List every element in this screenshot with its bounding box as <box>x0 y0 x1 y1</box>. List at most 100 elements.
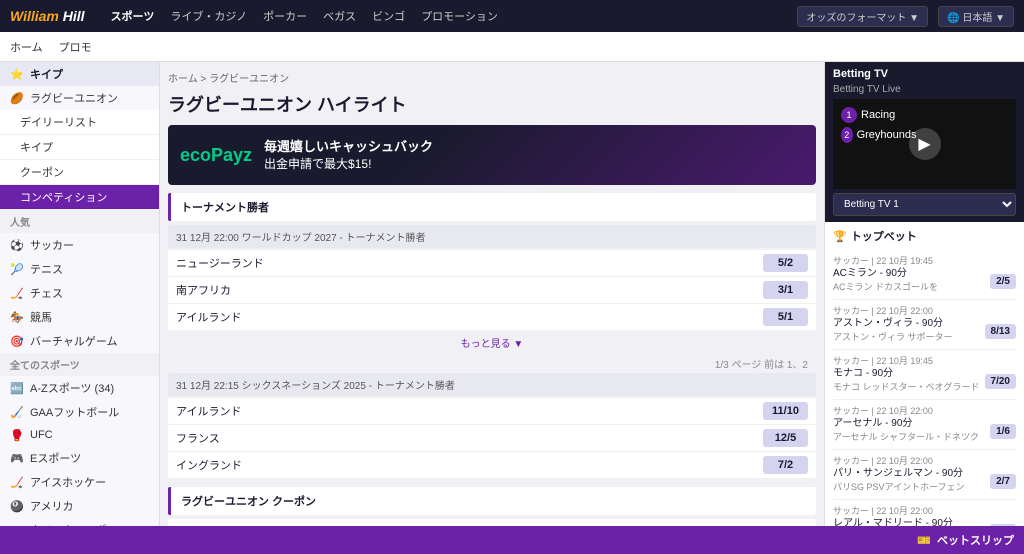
america-icon: 🎱 <box>10 499 24 513</box>
bet-time: サッカー | 22 10月 22:00 <box>833 404 1016 417</box>
sidebar-item-chess[interactable]: 🏒 チェス <box>0 281 159 305</box>
rugby-icon: 🏉 <box>10 91 24 105</box>
trophy-icon: 🏆 <box>833 230 847 243</box>
sidebar: ⭐ キイプ 🏉 ラグビーユニオン デイリーリスト キイプ クーポン コンペティシ… <box>0 62 160 554</box>
betting-tv-title: Betting TV <box>833 68 1016 80</box>
bottom-bar: 🎫 ベットスリップ <box>0 526 1024 554</box>
nav-poker[interactable]: ポーカー <box>263 8 307 24</box>
sidebar-item-gaa[interactable]: 🏑 GAAフットボール <box>0 400 159 424</box>
nav-vegas[interactable]: ベガス <box>323 8 356 24</box>
tv-select[interactable]: Betting TV 1 <box>833 193 1016 216</box>
bet-teams-text: アーセナル - 90分 <box>833 417 979 430</box>
tv-num-2: 2 <box>841 127 853 143</box>
bet-time: サッカー | 22 10月 22:00 <box>833 504 1016 517</box>
gaa-icon: 🏑 <box>10 405 24 419</box>
sidebar-item-ufc[interactable]: 🥊 UFC <box>0 424 159 446</box>
bet-teams: ACミラン - 90分 ACミラン ドカスゴールを <box>833 267 938 295</box>
sidebar-item-horse[interactable]: 🏇 競馬 <box>0 305 159 329</box>
sidebar-item-america[interactable]: 🎱 アメリカ <box>0 494 159 518</box>
virtual-icon: 🎯 <box>10 334 24 348</box>
match-row: アイルランド 11/10 <box>168 398 816 425</box>
match-row: フランス 12/5 <box>168 425 816 452</box>
sidebar-item-competition[interactable]: コンペティション <box>0 185 159 210</box>
bet-odds[interactable]: 2/7 <box>990 474 1016 489</box>
bet-odds[interactable]: 2/5 <box>990 274 1016 289</box>
main-content: ホーム > ラグビーユニオン ラグビーユニオン ハイライト ecoPayz 毎週… <box>160 62 824 554</box>
bet-item: サッカー | 22 10月 22:00 パリ・サンジェルマン - 90分 パリS… <box>833 450 1016 500</box>
sidebar-item-coupon[interactable]: クーポン <box>0 160 159 185</box>
bet-odds[interactable]: 7/20 <box>985 374 1016 389</box>
star-icon: ⭐ <box>10 67 24 81</box>
tv-overlay: 1 Racing 2 Greyhounds <box>833 99 925 189</box>
sidebar-item-kipe[interactable]: ⭐ キイプ <box>0 62 159 86</box>
sidebar-item-icehockey[interactable]: 🏒 アイスホッケー <box>0 470 159 494</box>
sidebar-ufc-label: UFC <box>30 429 53 441</box>
sidebar-chess-label: チェス <box>30 285 63 301</box>
bet-odds[interactable]: 8/13 <box>985 324 1016 339</box>
bet-teams: パリ・サンジェルマン - 90分 パリSG PSVアイントホーフェン <box>833 467 965 495</box>
nav-sports[interactable]: スポーツ <box>111 8 155 24</box>
bet-row: アーセナル - 90分 アーセナル シャフタール・ドネツク 1/6 <box>833 417 1016 445</box>
bet-detail: ACミラン ドカスゴールを <box>833 280 938 293</box>
bet-time: サッカー | 22 10月 19:45 <box>833 354 1016 367</box>
chess-icon: 🏒 <box>10 286 24 300</box>
match-odds[interactable]: 5/1 <box>763 308 808 326</box>
second-nav-promo[interactable]: プロモ <box>59 39 92 55</box>
icehockey-icon: 🏒 <box>10 475 24 489</box>
right-panel: Betting TV Betting TV Live 1 Racing 2 Gr… <box>824 62 1024 554</box>
bet-teams-text: モナコ - 90分 <box>833 367 979 380</box>
nav-bingo[interactable]: ビンゴ <box>372 8 405 24</box>
sidebar-item-az[interactable]: 🔤 A-Zスポーツ (34) <box>0 376 159 400</box>
logo-william: William <box>10 8 59 24</box>
match-odds[interactable]: 3/1 <box>763 281 808 299</box>
top-navigation: William Hill スポーツ ライブ・カジノ ポーカー ベガス ビンゴ プ… <box>0 0 1024 32</box>
sidebar-item-soccer[interactable]: ⚽ サッカー <box>0 233 159 257</box>
sidebar-gaa-label: GAAフットボール <box>30 404 119 420</box>
bet-teams-text: ACミラン - 90分 <box>833 267 938 280</box>
match-row: アイルランド 5/1 <box>168 304 816 331</box>
match-team: イングランド <box>176 457 763 473</box>
language-button[interactable]: 🌐 日本語 ▼ <box>938 6 1014 27</box>
banner-text: 毎週嬉しいキャッシュバック 出金申請で最大$15! <box>264 138 433 173</box>
sidebar-item-esports[interactable]: 🎮 Eスポーツ <box>0 446 159 470</box>
bet-teams: アストン・ヴィラ - 90分 アストン・ヴィラ サポーター <box>833 317 953 345</box>
tv-racing-label: Racing <box>861 109 895 121</box>
bet-odds[interactable]: 1/6 <box>990 424 1016 439</box>
sidebar-item-tennis[interactable]: 🎾 テニス <box>0 257 159 281</box>
match-row: イングランド 7/2 <box>168 452 816 479</box>
bet-item: サッカー | 22 10月 22:00 アーセナル - 90分 アーセナル シャ… <box>833 400 1016 450</box>
nav-promotions[interactable]: プロモーション <box>421 8 498 24</box>
match-row: ニュージーランド 5/2 <box>168 250 816 277</box>
sidebar-horse-label: 競馬 <box>30 309 52 325</box>
bet-teams-text: アストン・ヴィラ - 90分 <box>833 317 953 330</box>
bet-time: サッカー | 22 10月 19:45 <box>833 254 1016 267</box>
match-odds[interactable]: 7/2 <box>763 456 808 474</box>
match-team: フランス <box>176 430 763 446</box>
betslip-button[interactable]: 🎫 ベットスリップ <box>917 532 1014 548</box>
second-nav-home[interactable]: ホーム <box>10 39 43 55</box>
sidebar-tennis-label: テニス <box>30 261 63 277</box>
nav-live-casino[interactable]: ライブ・カジノ <box>170 8 247 24</box>
match-odds[interactable]: 12/5 <box>763 429 808 447</box>
site-logo: William Hill <box>10 8 85 24</box>
bet-row: アストン・ヴィラ - 90分 アストン・ヴィラ サポーター 8/13 <box>833 317 1016 345</box>
top-nav-right: オッズのフォーマット ▼ 🌐 日本語 ▼ <box>797 6 1014 27</box>
odds-format-button[interactable]: オッズのフォーマット ▼ <box>797 6 928 27</box>
bet-detail: パリSG PSVアイントホーフェン <box>833 480 965 493</box>
sidebar-item-virtual[interactable]: 🎯 バーチャルゲーム <box>0 329 159 353</box>
sidebar-item-daily[interactable]: デイリーリスト <box>0 110 159 135</box>
sidebar-keep-label: キイプ <box>20 139 53 155</box>
top-bets-label: トップベット <box>851 228 917 244</box>
match-odds[interactable]: 5/2 <box>763 254 808 272</box>
sidebar-item-keep[interactable]: キイプ <box>0 135 159 160</box>
banner-main-text: 毎週嬉しいキャッシュバック <box>264 138 433 156</box>
match-odds[interactable]: 11/10 <box>763 402 808 420</box>
bet-row: ACミラン - 90分 ACミラン ドカスゴールを 2/5 <box>833 267 1016 295</box>
sidebar-section-all-sports: 全てのスポーツ <box>0 353 159 376</box>
sidebar-item-rugby[interactable]: 🏉 ラグビーユニオン <box>0 86 159 110</box>
tv-num-1: 1 <box>841 107 857 123</box>
section-title: トーナメント勝者 <box>168 193 816 221</box>
sidebar-esports-label: Eスポーツ <box>30 450 81 466</box>
bet-item: サッカー | 22 10月 19:45 モナコ - 90分 モナコ レッドスター… <box>833 350 1016 400</box>
show-more-button[interactable]: もっと見る ▼ <box>168 331 816 354</box>
